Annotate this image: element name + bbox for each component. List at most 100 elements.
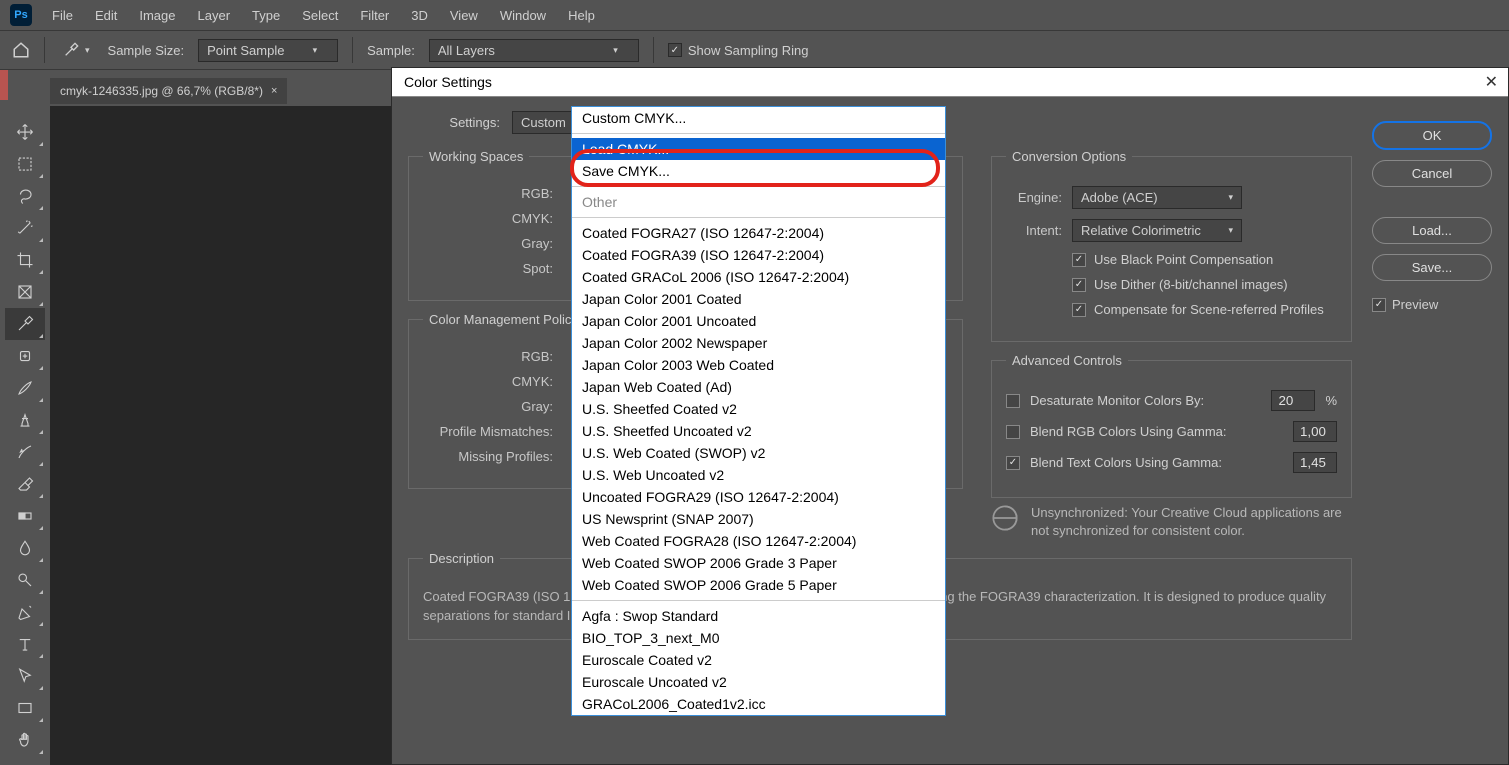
ws-gray-label: Gray:	[423, 236, 553, 251]
close-icon[interactable]: ✕	[1485, 72, 1498, 92]
dd-profile-item[interactable]: US Newsprint (SNAP 2007)	[572, 508, 945, 530]
dither-checkbox[interactable]: ✓	[1072, 278, 1086, 292]
move-tool[interactable]	[5, 116, 45, 148]
dd-profile-item[interactable]: Coated GRACoL 2006 (ISO 12647-2:2004)	[572, 266, 945, 288]
separator	[653, 37, 654, 63]
type-tool[interactable]	[5, 628, 45, 660]
dd-profile-item[interactable]: Japan Web Coated (Ad)	[572, 376, 945, 398]
lasso-tool[interactable]	[5, 180, 45, 212]
separator	[352, 37, 353, 63]
hand-tool[interactable]	[5, 724, 45, 756]
marquee-tool[interactable]	[5, 148, 45, 180]
scene-checkbox[interactable]: ✓	[1072, 303, 1086, 317]
path-selection-tool[interactable]	[5, 660, 45, 692]
show-sampling-ring-checkbox[interactable]: ✓	[668, 43, 682, 57]
dd-profile-item[interactable]: Euroscale Uncoated v2	[572, 671, 945, 693]
menu-layer[interactable]: Layer	[188, 4, 241, 27]
tool-preset[interactable]: ▾	[59, 40, 94, 60]
settings-label: Settings:	[440, 115, 500, 130]
menu-edit[interactable]: Edit	[85, 4, 127, 27]
intent-select[interactable]: Relative Colorimetric▾	[1072, 219, 1242, 242]
load-button[interactable]: Load...	[1372, 217, 1492, 244]
dd-profile-item[interactable]: U.S. Sheetfed Coated v2	[572, 398, 945, 420]
close-icon[interactable]: ×	[271, 85, 277, 97]
dd-profile-item[interactable]: U.S. Web Uncoated v2	[572, 464, 945, 486]
rectangle-tool[interactable]	[5, 692, 45, 724]
dd-profile-item[interactable]: Web Coated FOGRA28 (ISO 12647-2:2004)	[572, 530, 945, 552]
sample-select[interactable]: All Layers▾	[429, 39, 639, 62]
dd-profile-item[interactable]: Japan Color 2003 Web Coated	[572, 354, 945, 376]
desc-title: Description	[423, 551, 500, 566]
dd-profile-item[interactable]: Coated FOGRA27 (ISO 12647-2:2004)	[572, 222, 945, 244]
dd-profile-item[interactable]: Euroscale Coated v2	[572, 649, 945, 671]
blend-rgb-input[interactable]	[1293, 421, 1337, 442]
menu-3d[interactable]: 3D	[401, 4, 438, 27]
panel-collapse-strip[interactable]	[0, 70, 8, 100]
eraser-tool[interactable]	[5, 468, 45, 500]
frame-tool[interactable]	[5, 276, 45, 308]
cancel-button[interactable]: Cancel	[1372, 160, 1492, 187]
dodge-tool[interactable]	[5, 564, 45, 596]
cmp-title: Color Management Policies	[423, 312, 594, 327]
document-tab-title: cmyk-1246335.jpg @ 66,7% (RGB/8*)	[60, 84, 263, 98]
menu-window[interactable]: Window	[490, 4, 556, 27]
separator	[44, 37, 45, 63]
dd-profile-item[interactable]: Web Coated SWOP 2006 Grade 3 Paper	[572, 552, 945, 574]
menu-bar: Ps File Edit Image Layer Type Select Fil…	[0, 0, 1509, 30]
dd-load-cmyk[interactable]: Load CMYK...	[572, 138, 945, 160]
dd-profile-item[interactable]: Coated FOGRA39 (ISO 12647-2:2004)	[572, 244, 945, 266]
desat-input[interactable]	[1271, 390, 1315, 411]
ok-button[interactable]: OK	[1372, 121, 1492, 150]
dd-profile-item[interactable]: GRACoL2006_Coated1v2.icc	[572, 693, 945, 715]
working-spaces-title: Working Spaces	[423, 149, 529, 164]
gradient-tool[interactable]	[5, 500, 45, 532]
dd-profile-item[interactable]: Agfa : Swop Standard	[572, 605, 945, 627]
dd-profile-item[interactable]: Japan Color 2002 Newspaper	[572, 332, 945, 354]
dd-custom-cmyk[interactable]: Custom CMYK...	[572, 107, 945, 129]
blend-rgb-checkbox[interactable]	[1006, 425, 1020, 439]
dd-save-cmyk[interactable]: Save CMYK...	[572, 160, 945, 182]
menu-file[interactable]: File	[42, 4, 83, 27]
save-button[interactable]: Save...	[1372, 254, 1492, 281]
healing-brush-tool[interactable]	[5, 340, 45, 372]
crop-tool[interactable]	[5, 244, 45, 276]
app-logo: Ps	[10, 4, 32, 26]
unsync-icon	[991, 504, 1019, 532]
blend-text-input[interactable]	[1293, 452, 1337, 473]
blur-tool[interactable]	[5, 532, 45, 564]
engine-select[interactable]: Adobe (ACE)▾	[1072, 186, 1242, 209]
desat-checkbox[interactable]	[1006, 394, 1020, 408]
dd-profile-item[interactable]: Web Coated SWOP 2006 Grade 5 Paper	[572, 574, 945, 596]
dd-profile-item[interactable]: U.S. Web Coated (SWOP) v2	[572, 442, 945, 464]
options-bar: ▾ Sample Size: Point Sample▾ Sample: All…	[0, 30, 1509, 70]
clone-stamp-tool[interactable]	[5, 404, 45, 436]
dd-profile-item[interactable]: Japan Color 2001 Uncoated	[572, 310, 945, 332]
blend-text-checkbox[interactable]: ✓	[1006, 456, 1020, 470]
magic-wand-tool[interactable]	[5, 212, 45, 244]
pen-tool[interactable]	[5, 596, 45, 628]
sample-size-select[interactable]: Point Sample▾	[198, 39, 338, 62]
menu-filter[interactable]: Filter	[350, 4, 399, 27]
dd-other-header: Other	[572, 191, 945, 213]
bpc-checkbox[interactable]: ✓	[1072, 253, 1086, 267]
dd-profile-item[interactable]: Japan Color 2001 Coated	[572, 288, 945, 310]
scene-label: Compensate for Scene-referred Profiles	[1094, 302, 1324, 317]
menu-type[interactable]: Type	[242, 4, 290, 27]
dd-profile-item[interactable]: Uncoated FOGRA29 (ISO 12647-2:2004)	[572, 486, 945, 508]
chevron-down-icon: ▾	[313, 45, 318, 56]
dd-profile-item[interactable]: BIO_TOP_3_next_M0	[572, 627, 945, 649]
menu-help[interactable]: Help	[558, 4, 605, 27]
menu-image[interactable]: Image	[129, 4, 185, 27]
menu-view[interactable]: View	[440, 4, 488, 27]
home-icon[interactable]	[12, 41, 30, 59]
show-sampling-ring-label: Show Sampling Ring	[688, 43, 809, 58]
history-brush-tool[interactable]	[5, 436, 45, 468]
eyedropper-tool[interactable]	[5, 308, 45, 340]
cmp-rgb-label: RGB:	[423, 349, 553, 364]
ws-cmyk-label: CMYK:	[423, 211, 553, 226]
menu-select[interactable]: Select	[292, 4, 348, 27]
document-tab[interactable]: cmyk-1246335.jpg @ 66,7% (RGB/8*) ×	[50, 78, 287, 104]
dd-profile-item[interactable]: U.S. Sheetfed Uncoated v2	[572, 420, 945, 442]
preview-checkbox[interactable]: ✓	[1372, 298, 1386, 312]
brush-tool[interactable]	[5, 372, 45, 404]
